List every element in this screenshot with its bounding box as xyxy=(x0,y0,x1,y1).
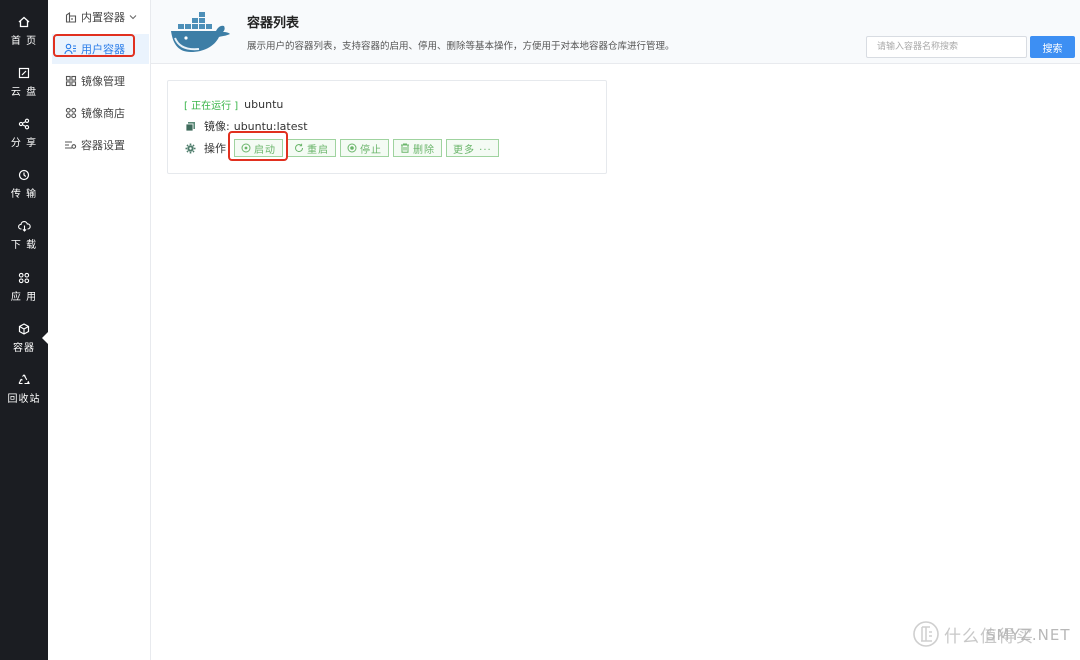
apps-icon xyxy=(17,271,31,285)
share-icon xyxy=(17,117,31,131)
image-copy-icon xyxy=(184,120,196,132)
start-button-label: 启动 xyxy=(254,144,276,156)
home-icon xyxy=(17,15,31,29)
chevron-down-icon xyxy=(129,13,137,21)
watermark: 什么值得买 SMYZ.NET xyxy=(912,620,1070,648)
rail-item-cloud-disk[interactable]: 云 盘 xyxy=(0,60,48,104)
subnav-label: 容器设置 xyxy=(81,139,125,152)
app-window: 首 页 云 盘 分 享 传 输 下 载 应 用 容器 回收站 内置容器 用户容器… xyxy=(0,0,1080,660)
rail-label: 首 页 xyxy=(10,36,38,47)
rail-item-apps[interactable]: 应 用 xyxy=(0,265,48,309)
subnav-label: 镜像管理 xyxy=(81,75,125,88)
refresh-icon xyxy=(294,143,304,153)
more-button[interactable]: 更多 ··· xyxy=(446,139,499,157)
docker-whale-icon xyxy=(171,12,230,52)
page-description: 展示用户的容器列表，支持容器的启用、停用、删除等基本操作，方便用于对本地容器仓库… xyxy=(247,41,675,52)
watermark-logo-icon xyxy=(913,621,939,647)
container-title-row: [ 正在运行 ] ubuntu xyxy=(184,97,283,112)
rail-item-download[interactable]: 下 载 xyxy=(0,213,48,257)
watermark-overlay: SMYZ.NET xyxy=(986,626,1071,644)
builtin-container-icon xyxy=(64,11,77,24)
rail-item-home[interactable]: 首 页 xyxy=(0,9,48,53)
delete-button[interactable]: 删除 xyxy=(393,139,442,157)
stop-button[interactable]: 停止 xyxy=(340,139,389,157)
rail-label: 云 盘 xyxy=(10,87,38,98)
container-search-input[interactable] xyxy=(866,36,1027,58)
status-badge: [ 正在运行 ] xyxy=(184,101,239,112)
rail-label: 分 享 xyxy=(10,138,38,149)
subnav-item-builtin[interactable]: 内置容器 xyxy=(52,2,149,32)
image-store-icon xyxy=(64,107,77,120)
trash-icon xyxy=(400,143,410,153)
image-manage-icon xyxy=(64,75,77,88)
restart-button[interactable]: 重启 xyxy=(287,139,336,157)
image-value: ubuntu:latest xyxy=(233,119,308,133)
cloud-disk-icon xyxy=(17,66,31,80)
container-image-row: 镜像: ubuntu:latest xyxy=(184,118,308,134)
rail-label: 回收站 xyxy=(7,394,41,405)
transfer-icon xyxy=(17,168,31,182)
subnav-label: 镜像商店 xyxy=(81,107,125,120)
rail-label: 传 输 xyxy=(10,189,38,200)
container-subnav: 内置容器 用户容器 镜像管理 镜像商店 容器设置 xyxy=(48,0,151,660)
start-button[interactable]: 启动 xyxy=(234,139,283,157)
image-label: 镜像: xyxy=(204,120,230,133)
subnav-item-image-manage[interactable]: 镜像管理 xyxy=(52,66,149,96)
page-title: 容器列表 xyxy=(247,16,300,31)
search-button[interactable]: 搜索 xyxy=(1030,36,1075,58)
subnav-item-container-settings[interactable]: 容器设置 xyxy=(52,130,149,160)
play-circle-icon xyxy=(241,143,251,153)
download-icon xyxy=(17,219,31,233)
rail-label: 容器 xyxy=(13,343,35,354)
container-name: ubuntu xyxy=(244,98,284,111)
stop-button-label: 停止 xyxy=(360,144,382,156)
delete-button-label: 删除 xyxy=(413,144,435,156)
subnav-label: 内置容器 xyxy=(81,11,125,24)
gear-icon xyxy=(184,142,196,154)
rail-item-recycle[interactable]: 回收站 xyxy=(0,367,48,411)
container-card: [ 正在运行 ] ubuntu 镜像: ubuntu:latest 操作 启动 xyxy=(167,80,607,174)
container-icon xyxy=(17,322,31,336)
ops-label: 操作 xyxy=(204,142,226,155)
subnav-item-image-store[interactable]: 镜像商店 xyxy=(52,98,149,128)
rail-item-transfer[interactable]: 传 输 xyxy=(0,162,48,206)
more-button-label: 更多 ··· xyxy=(453,144,492,156)
rail-label: 下 载 xyxy=(10,240,38,251)
rail-label: 应 用 xyxy=(10,292,38,303)
main-rail: 首 页 云 盘 分 享 传 输 下 载 应 用 容器 回收站 xyxy=(0,0,49,660)
subnav-label: 用户容器 xyxy=(81,43,125,56)
recycle-icon xyxy=(17,373,31,387)
stop-circle-icon xyxy=(347,143,357,153)
rail-item-container[interactable]: 容器 xyxy=(0,316,49,360)
subnav-item-user-containers[interactable]: 用户容器 xyxy=(52,34,149,64)
settings-icon xyxy=(64,139,77,152)
user-container-icon xyxy=(64,43,77,56)
page-header: 容器列表 展示用户的容器列表，支持容器的启用、停用、删除等基本操作，方便用于对本… xyxy=(151,0,1080,64)
restart-button-label: 重启 xyxy=(307,144,329,156)
container-ops-row: 操作 启动 重启 停止 删除 更多 ··· xyxy=(184,139,503,157)
rail-item-share[interactable]: 分 享 xyxy=(0,111,48,155)
